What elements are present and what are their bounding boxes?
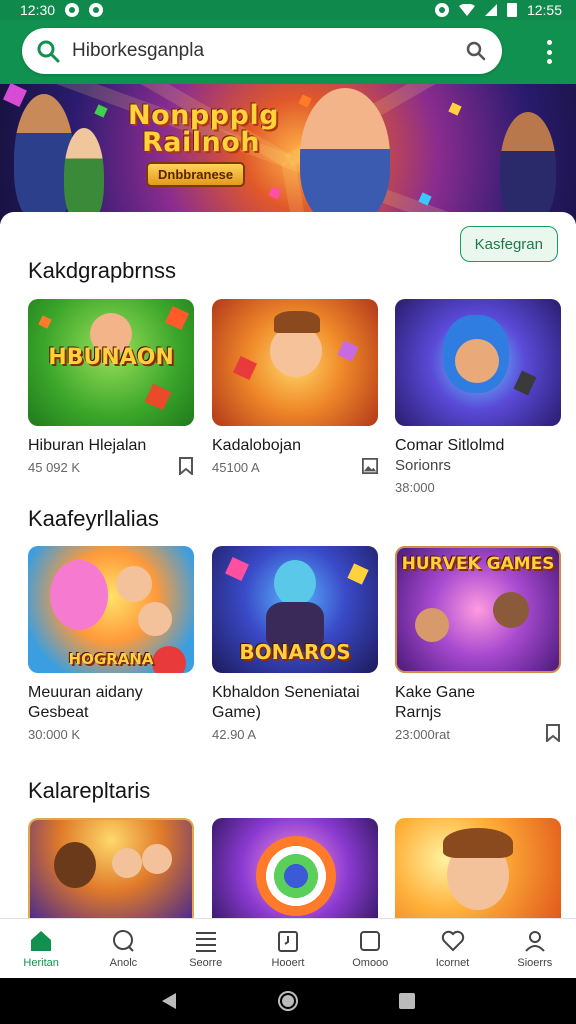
nav-label: Sioerrs xyxy=(517,956,553,969)
game-card[interactable] xyxy=(212,818,378,920)
nav-item-chat[interactable]: Anolc xyxy=(88,929,158,969)
nav-label: Omooo xyxy=(352,956,389,969)
nav-label: Anolc xyxy=(109,956,138,969)
chat-icon xyxy=(113,929,135,952)
card-meta: 42.90 A xyxy=(212,727,257,742)
search-input[interactable]: Hiborkesganpla xyxy=(72,40,464,62)
notification-icon xyxy=(89,3,104,17)
card-meta: 30:000 K xyxy=(28,727,81,742)
game-thumbnail: HOGRANA xyxy=(28,546,194,673)
card-meta: 23:000rat xyxy=(395,727,450,742)
alarm-icon xyxy=(434,3,449,17)
thumbnail-text: BONAROS xyxy=(239,640,351,664)
status-time: 12:30 xyxy=(20,2,56,18)
game-card[interactable] xyxy=(395,818,561,920)
card-title: Kake Gane xyxy=(395,684,476,701)
nav-item-clock[interactable]: Hooert xyxy=(253,929,323,969)
game-card[interactable]: BONAROS Kbhaldon Seneniatai Game) 42.90 … xyxy=(212,546,378,742)
bookmark-icon[interactable] xyxy=(545,723,561,742)
game-card[interactable]: HOGRANA Meuuran aidany Gesbeat 30:000 K xyxy=(28,546,194,742)
thumbnail-text: HOGRANA xyxy=(68,650,154,668)
recents-icon[interactable] xyxy=(398,992,416,1010)
square-icon xyxy=(360,930,381,951)
card-meta: 45100 A xyxy=(212,460,260,475)
status-right-text: 12:55 xyxy=(526,2,562,18)
nav-item-profile[interactable]: Sioerrs xyxy=(500,929,570,969)
card-meta: 45 092 K xyxy=(28,460,81,475)
game-card[interactable]: HURVEK GAMES Kake Gane Rarnjs 23:000rat xyxy=(395,546,561,742)
game-thumbnail: HBUNAON xyxy=(28,299,194,426)
card-title: Meuuran aidany xyxy=(28,684,143,701)
nav-label: Heritan xyxy=(23,956,59,969)
card-subtitle: Rarnjs xyxy=(395,704,442,721)
card-title: Kadalobojan xyxy=(212,437,301,454)
clock-icon xyxy=(277,930,298,952)
home-button-icon[interactable] xyxy=(277,990,299,1012)
card-meta: 38:000 xyxy=(395,480,435,495)
nav-label: Seorre xyxy=(189,956,223,969)
card-title: Hiburan Hlejalan xyxy=(28,437,147,454)
content-sheet: Kasfegran Kakdgrapbrnss HBUNAON Hiburan … xyxy=(0,212,576,920)
nav-item-list[interactable]: Seorre xyxy=(171,929,241,969)
section-title: Kaafeyrllalias xyxy=(28,506,159,531)
banner-badge: Dnbbranese xyxy=(146,162,246,187)
game-thumbnail xyxy=(212,818,378,920)
status-bar: 12:30 12:55 xyxy=(0,0,576,20)
nav-label: Hooert xyxy=(271,956,305,969)
nav-item-square[interactable]: Omooo xyxy=(335,929,405,969)
home-icon xyxy=(31,930,52,951)
overflow-menu-icon[interactable] xyxy=(544,40,554,64)
app-header: Hiborkesganpla xyxy=(0,20,576,84)
game-thumbnail xyxy=(28,818,194,920)
nav-item-home[interactable]: Heritan xyxy=(6,929,76,969)
game-card[interactable]: Comar Sitlolmd Sorionrs 38:000 xyxy=(395,299,561,495)
card-title: Kbhaldon Seneniatai xyxy=(212,684,360,701)
banner-character xyxy=(300,88,390,224)
thumbnail-text: HURVEK GAMES xyxy=(401,554,555,574)
game-card[interactable]: Kadalobojan 45100 A xyxy=(212,299,378,475)
nav-label: Icornet xyxy=(435,956,470,969)
image-icon[interactable] xyxy=(362,457,378,475)
card-subtitle: Gesbeat xyxy=(28,704,89,721)
banner-character xyxy=(500,112,556,224)
game-card[interactable]: HBUNAON Hiburan Hlejalan 45 092 K xyxy=(28,299,194,475)
banner-title: Nonppplg Railnoh xyxy=(128,100,279,158)
back-icon[interactable] xyxy=(160,992,178,1010)
nav-item-heart[interactable]: Icornet xyxy=(418,929,488,969)
system-navigation-bar xyxy=(0,978,576,1024)
notification-icon xyxy=(65,3,80,17)
wifi-icon xyxy=(458,4,475,16)
search-bar[interactable]: Hiborkesganpla xyxy=(22,28,502,74)
top-action-button[interactable]: Kasfegran xyxy=(459,226,558,262)
profile-icon xyxy=(525,930,545,952)
game-thumbnail xyxy=(395,818,561,920)
search-icon xyxy=(37,40,60,63)
banner-character xyxy=(64,128,104,224)
section-title: Kakdgrapbrnss xyxy=(28,258,176,283)
card-subtitle: Game) xyxy=(212,704,261,721)
list-icon xyxy=(195,931,216,952)
game-thumbnail xyxy=(212,299,378,426)
promo-banner[interactable]: Nonppplg Railnoh Dnbbranese xyxy=(0,84,576,224)
thumbnail-text: HBUNAON xyxy=(48,345,174,370)
card-subtitle: Sorionrs xyxy=(395,457,451,474)
game-card[interactable] xyxy=(28,818,194,920)
game-thumbnail xyxy=(395,299,561,426)
game-thumbnail: HURVEK GAMES xyxy=(395,546,561,673)
bookmark-icon[interactable] xyxy=(178,456,194,475)
signal-icon xyxy=(484,4,497,16)
bottom-navigation: Heritan Anolc Seorre Hooert Omooo Icorne… xyxy=(0,918,576,978)
game-thumbnail: BONAROS xyxy=(212,546,378,673)
heart-icon xyxy=(441,930,464,951)
section-title: Kalarepltaris xyxy=(28,778,151,803)
battery-icon xyxy=(506,3,517,17)
voice-search-icon[interactable] xyxy=(464,39,488,63)
card-title: Comar Sitlolmd xyxy=(395,437,505,454)
